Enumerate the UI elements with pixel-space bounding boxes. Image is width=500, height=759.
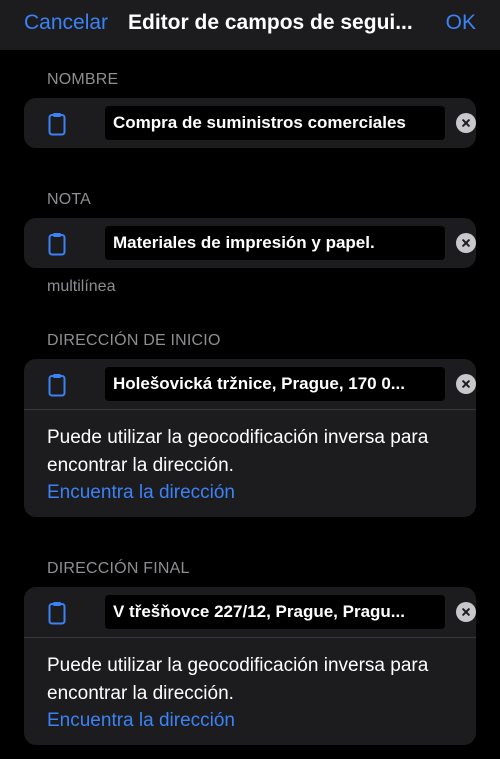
name-input[interactable]: Compra de suministros comerciales bbox=[105, 106, 445, 140]
find-end-address-link[interactable]: Encuentra la dirección bbox=[47, 708, 235, 734]
end-address-section-header: DIRECCIÓN FINAL bbox=[47, 560, 190, 577]
clear-icon[interactable] bbox=[456, 113, 476, 133]
screen: Cancelar Editor de campos de segui... OK… bbox=[0, 0, 500, 759]
end-address-card: V třešňovce 227/12, Prague, Pragu... Pue… bbox=[24, 587, 476, 745]
end-address-description: Puede utilizar la geocodificación invers… bbox=[47, 655, 429, 704]
clipboard-icon[interactable] bbox=[48, 112, 66, 136]
clear-icon[interactable] bbox=[456, 374, 476, 394]
cancel-button[interactable]: Cancelar bbox=[24, 11, 108, 35]
clipboard-icon[interactable] bbox=[48, 232, 66, 256]
find-start-address-link[interactable]: Encuentra la dirección bbox=[47, 480, 235, 506]
start-address-card: Holešovická tržnice, Prague, 170 0... Pu… bbox=[24, 359, 476, 517]
start-address-field-row: Holešovická tržnice, Prague, 170 0... bbox=[24, 359, 476, 409]
navigation-bar: Cancelar Editor de campos de segui... OK bbox=[0, 0, 500, 50]
start-address-description: Puede utilizar la geocodificación invers… bbox=[47, 427, 429, 476]
clear-icon[interactable] bbox=[456, 602, 476, 622]
clipboard-icon[interactable] bbox=[48, 373, 66, 397]
note-card: Materiales de impresión y papel. bbox=[24, 218, 476, 268]
start-address-input[interactable]: Holešovická tržnice, Prague, 170 0... bbox=[105, 367, 445, 401]
start-address-section-header: DIRECCIÓN DE INICIO bbox=[47, 332, 221, 349]
clear-icon[interactable] bbox=[456, 233, 476, 253]
name-field-row: Compra de suministros comerciales bbox=[24, 98, 476, 148]
name-card: Compra de suministros comerciales bbox=[24, 98, 476, 148]
clipboard-icon[interactable] bbox=[48, 601, 66, 625]
end-address-input[interactable]: V třešňovce 227/12, Prague, Pragu... bbox=[105, 595, 445, 629]
end-address-help: Puede utilizar la geocodificación invers… bbox=[24, 638, 476, 734]
page-title: Editor de campos de segui... bbox=[128, 11, 413, 34]
end-address-field-row: V třešňovce 227/12, Prague, Pragu... bbox=[24, 587, 476, 637]
ok-button[interactable]: OK bbox=[446, 11, 476, 35]
note-footnote: multilínea bbox=[47, 278, 116, 295]
start-address-help: Puede utilizar la geocodificación invers… bbox=[24, 410, 476, 506]
note-section-header: NOTA bbox=[47, 191, 92, 208]
name-section-header: NOMBRE bbox=[47, 71, 119, 88]
note-field-row: Materiales de impresión y papel. bbox=[24, 218, 476, 268]
note-input[interactable]: Materiales de impresión y papel. bbox=[105, 226, 445, 260]
